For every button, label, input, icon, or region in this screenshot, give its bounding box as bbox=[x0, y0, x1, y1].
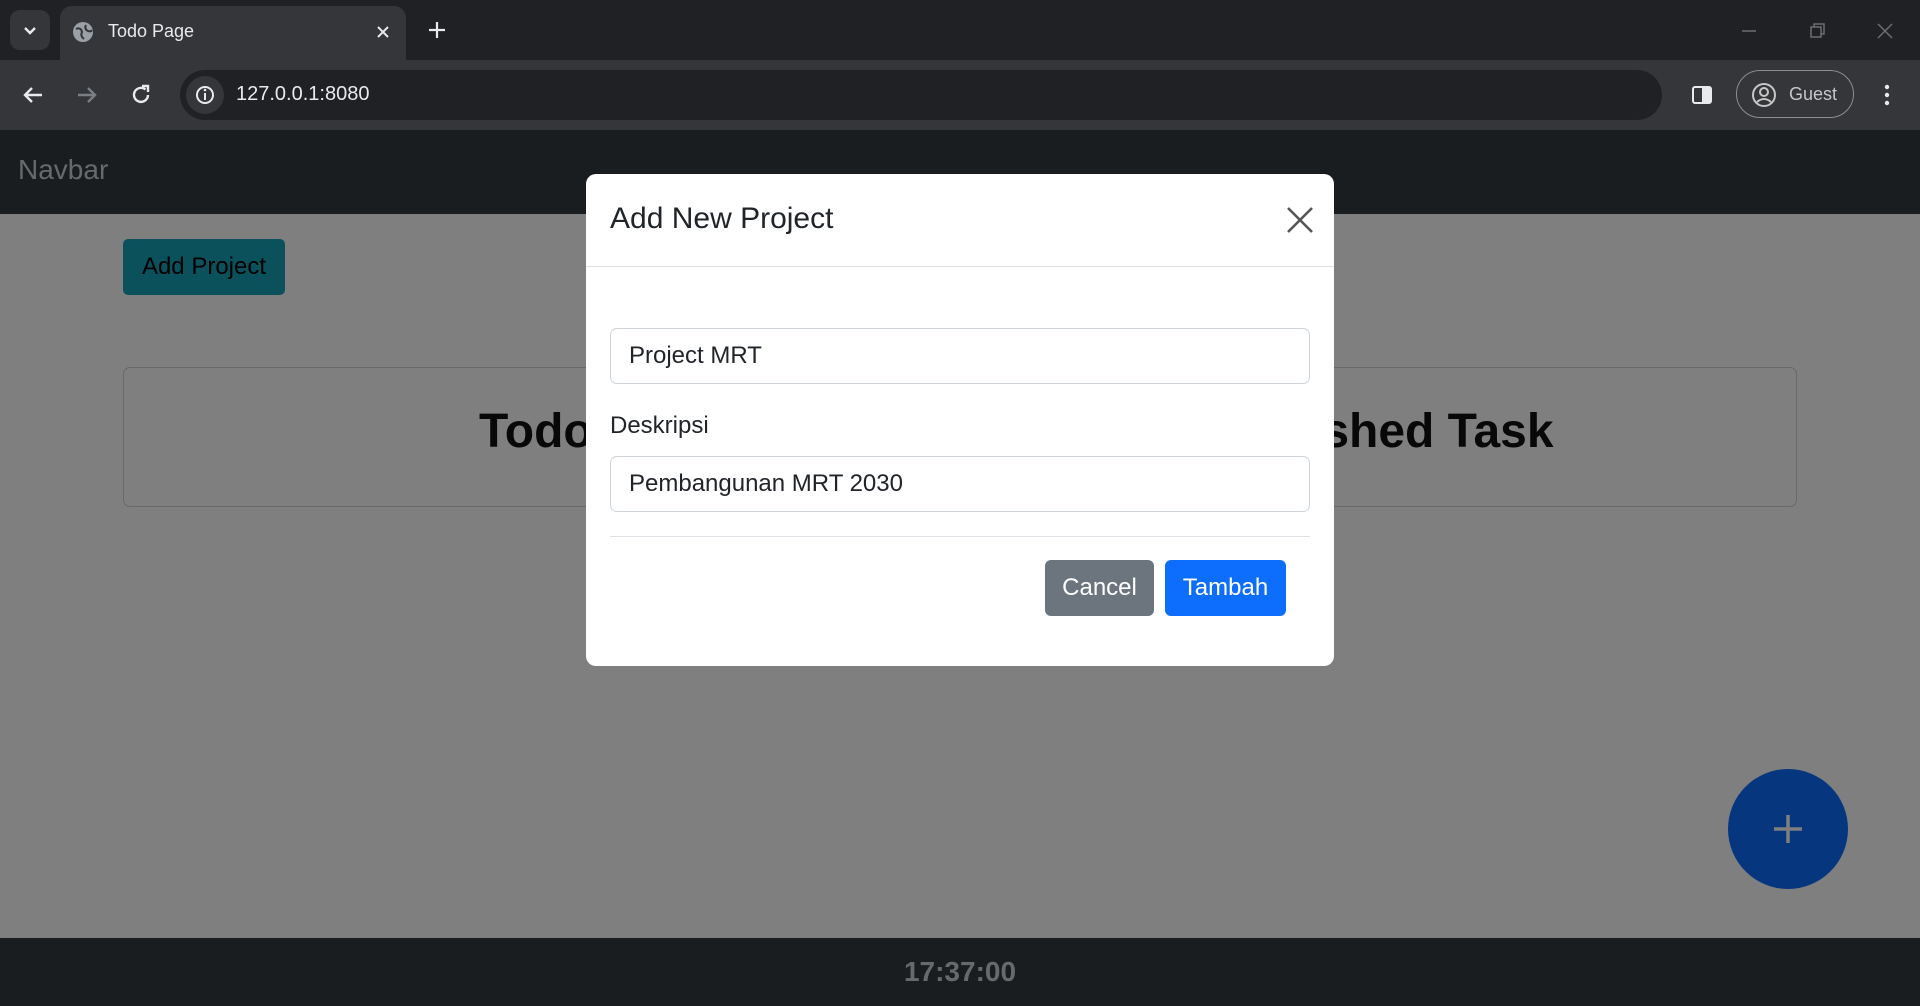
address-bar[interactable]: 127.0.0.1:8080 bbox=[180, 70, 1662, 120]
info-icon bbox=[196, 86, 214, 104]
project-name-input[interactable]: Project MRT bbox=[610, 328, 1310, 384]
tab-search-button[interactable] bbox=[10, 10, 50, 50]
modal-title: Add New Project bbox=[610, 202, 834, 235]
description-input[interactable]: Pembangunan MRT 2030 bbox=[610, 456, 1310, 512]
modal-header: Add New Project bbox=[586, 174, 1334, 267]
url-text: 127.0.0.1:8080 bbox=[236, 83, 370, 105]
forward-arrow-icon[interactable] bbox=[72, 80, 102, 110]
browser-tab[interactable]: Todo Page bbox=[60, 6, 406, 60]
browser-toolbar: 127.0.0.1:8080 Guest bbox=[0, 60, 1920, 130]
close-tab-icon[interactable] bbox=[372, 21, 394, 43]
back-arrow-icon[interactable] bbox=[18, 80, 48, 110]
reload-icon[interactable] bbox=[126, 80, 156, 110]
description-label: Deskripsi bbox=[610, 412, 709, 439]
minimize-icon[interactable] bbox=[1734, 16, 1764, 46]
profile-button[interactable]: Guest bbox=[1736, 70, 1854, 118]
restore-icon[interactable] bbox=[1802, 16, 1832, 46]
profile-label: Guest bbox=[1789, 84, 1838, 104]
tab-title: Todo Page bbox=[108, 21, 195, 41]
modal-divider bbox=[610, 536, 1310, 537]
new-tab-icon[interactable] bbox=[424, 17, 450, 43]
account-circle-icon bbox=[1752, 83, 1776, 107]
side-panel-icon[interactable] bbox=[1687, 80, 1717, 110]
tambah-button[interactable]: Tambah bbox=[1165, 560, 1286, 616]
browser-tab-bar: Todo Page bbox=[0, 0, 1920, 60]
modal-close-button[interactable] bbox=[1282, 202, 1318, 238]
more-menu-icon[interactable] bbox=[1872, 80, 1902, 110]
close-icon bbox=[1287, 207, 1313, 233]
close-window-icon[interactable] bbox=[1870, 16, 1900, 46]
globe-icon bbox=[73, 22, 93, 42]
page-content: Navbar Add Project Todo Finished Task 17… bbox=[0, 130, 1920, 1006]
add-project-modal: Add New Project Project MRT Deskripsi Pe… bbox=[586, 174, 1334, 666]
cancel-button[interactable]: Cancel bbox=[1045, 560, 1154, 616]
site-info-button[interactable] bbox=[186, 76, 224, 114]
chevron-down-icon bbox=[24, 27, 36, 35]
